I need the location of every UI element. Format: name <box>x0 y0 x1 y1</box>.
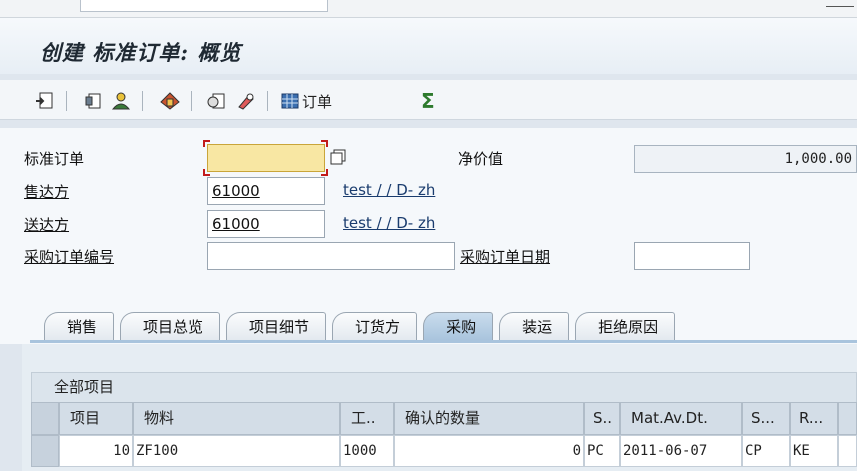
cell-item[interactable]: 10 <box>59 435 133 467</box>
std-order-input[interactable] <box>207 144 325 172</box>
sold-to-description-link[interactable]: test / / D- zh <box>343 181 435 199</box>
page-title: 创建 标准订单: 概览 <box>40 40 242 65</box>
po-date-input[interactable] <box>634 242 750 270</box>
ship-to-description-link[interactable]: test / / D- zh <box>343 214 435 232</box>
select-all-cell[interactable] <box>31 402 59 435</box>
cell-mat-av-dt[interactable]: 2011-06-07 <box>620 435 742 467</box>
tab-underline <box>30 340 857 343</box>
grid-table-icon <box>281 93 299 109</box>
toolbar-separator <box>66 91 67 111</box>
po-date-label[interactable]: 采购订单日期 <box>460 246 550 267</box>
tab-procurement[interactable]: 采购 <box>423 312 494 340</box>
column-header-material[interactable]: 物料 <box>133 402 340 435</box>
tab-reason-for-rejection[interactable]: 拒绝原因 <box>575 312 676 340</box>
window-minimize-mark[interactable] <box>826 6 854 7</box>
column-header-shipping[interactable]: S... <box>742 402 790 435</box>
tab-ordering-party[interactable]: 订货方 <box>332 312 418 340</box>
order-button[interactable]: 订单 <box>280 91 332 111</box>
partner-person-icon[interactable] <box>110 91 132 111</box>
cell-material[interactable]: ZF100 <box>133 435 340 467</box>
ship-to-value: 61000 <box>212 215 260 233</box>
required-marker <box>203 140 210 147</box>
application-toolbar: 订单 Σ <box>0 80 857 120</box>
net-value-label: 净价值 <box>458 150 504 168</box>
toolbar-separator <box>142 91 143 111</box>
sold-to-input[interactable]: 61000 <box>207 177 325 205</box>
sold-to-label[interactable]: 售达方 <box>24 181 69 202</box>
column-header-confirmed-qty[interactable]: 确认的数量 <box>394 402 584 435</box>
item-doc-icon[interactable] <box>206 91 228 111</box>
column-header-plant[interactable]: 工.. <box>340 402 394 435</box>
column-header-mat-av-dt[interactable]: Mat.Av.Dt. <box>620 402 742 435</box>
ship-to-label[interactable]: 送达方 <box>24 214 69 235</box>
copy-icon[interactable] <box>329 148 347 166</box>
std-order-label: 标准订单 <box>24 150 85 168</box>
toolbar-separator <box>267 91 268 111</box>
required-marker <box>321 140 328 147</box>
po-number-input[interactable] <box>207 242 455 270</box>
ship-to-input[interactable]: 61000 <box>207 210 325 238</box>
cell-confirmed-qty[interactable]: 0 <box>394 435 584 467</box>
po-number-label[interactable]: 采购订单编号 <box>24 246 114 267</box>
delete-item-icon[interactable] <box>235 91 257 111</box>
column-header-more <box>838 402 857 435</box>
sold-to-value: 61000 <box>212 182 260 200</box>
tab-strip: 销售 项目总览 项目细节 订货方 采购 装运 拒绝原因 <box>44 312 681 340</box>
command-field[interactable] <box>80 0 328 12</box>
required-marker <box>321 169 328 176</box>
cell-route[interactable]: KE <box>790 435 838 467</box>
cell-shipping[interactable]: CP <box>742 435 790 467</box>
sum-icon[interactable]: Σ <box>421 89 435 113</box>
table-title: 全部项目 <box>31 372 857 402</box>
cell-more <box>838 435 857 467</box>
column-header-route[interactable]: R... <box>790 402 838 435</box>
display-doc-icon[interactable] <box>35 91 55 111</box>
order-button-label: 订单 <box>302 92 333 111</box>
header-doc-icon[interactable] <box>83 91 103 111</box>
column-header-item[interactable]: 项目 <box>59 402 133 435</box>
cell-unit[interactable]: PC <box>584 435 620 467</box>
tab-shipping[interactable]: 装运 <box>499 312 570 340</box>
cell-plant[interactable]: 1000 <box>340 435 394 467</box>
net-value-field: 1,000.00 <box>634 145 857 173</box>
title-bar: 创建 标准订单: 概览 <box>0 18 857 74</box>
toolbar-separator <box>191 91 192 111</box>
row-select-cell[interactable] <box>31 435 59 467</box>
tab-item-overview[interactable]: 项目总览 <box>120 312 221 340</box>
column-header-unit[interactable]: S.. <box>584 402 620 435</box>
tab-item-detail[interactable]: 项目细节 <box>226 312 327 340</box>
required-marker <box>203 169 210 176</box>
header-details-icon[interactable] <box>159 91 181 111</box>
tab-sales[interactable]: 销售 <box>44 312 115 340</box>
